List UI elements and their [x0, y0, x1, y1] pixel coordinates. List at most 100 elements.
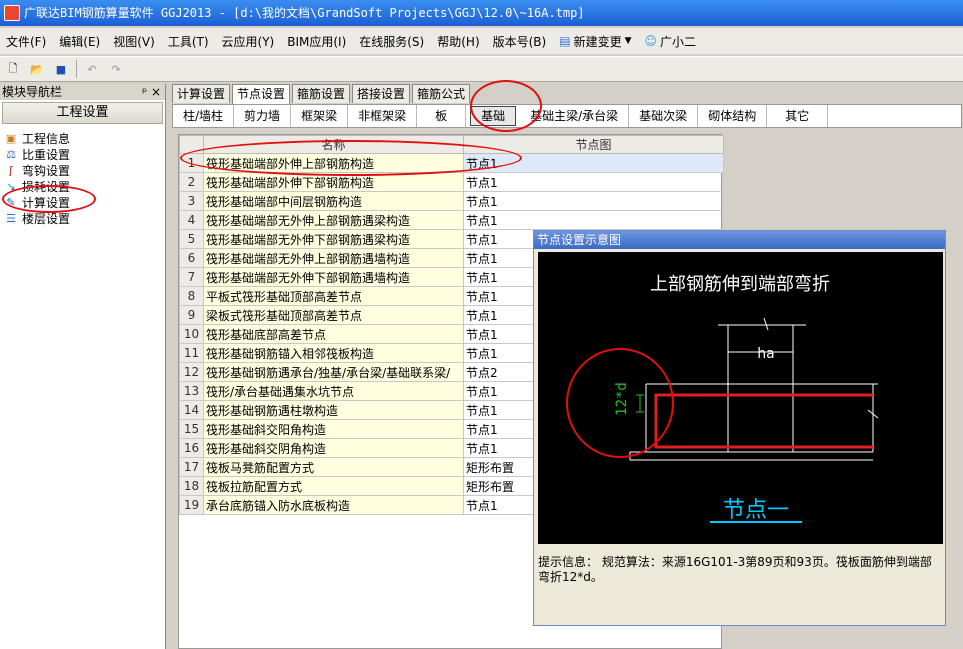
- info-icon: ▣: [5, 131, 17, 145]
- row-index: 18: [179, 476, 204, 496]
- row-name: 筏形基础钢筋锚入相邻筏板构造: [203, 343, 464, 363]
- nav-item-weight[interactable]: ⚖ 比重设置: [4, 146, 165, 162]
- hint-area: 提示信息： 规范算法：来源16G101-3第89页和93页。筏板面筋伸到端部弯折…: [538, 555, 943, 585]
- col-index-header: [179, 135, 204, 154]
- pin-close-icon[interactable]: ᵖ ×: [142, 84, 161, 100]
- row-index: 6: [179, 248, 204, 268]
- settings-tabs: 计算设置 节点设置 箍筋设置 搭接设置 箍筋公式: [172, 84, 472, 104]
- dim-lines: [636, 394, 644, 413]
- menu-assistant[interactable]: ☺ 广小二: [645, 33, 697, 50]
- row-index: 11: [179, 343, 204, 363]
- row-name: 筏形基础斜交阳角构造: [203, 419, 464, 439]
- subtab-frame-beam[interactable]: 框架梁: [291, 105, 349, 127]
- subtab-shearwall[interactable]: 剪力墙: [234, 105, 292, 127]
- row-name: 筏形基础斜交阴角构造: [203, 438, 464, 458]
- tab-stirrup-formula[interactable]: 箍筋公式: [412, 84, 471, 103]
- row-index: 3: [179, 191, 204, 211]
- hint-text: 规范算法：来源16G101-3第89页和93页。筏板面筋伸到端部弯折12*d。: [538, 555, 932, 584]
- menu-bar: 文件(F) 编辑(E) 视图(V) 工具(T) 云应用(Y) BIM应用(I) …: [0, 28, 963, 54]
- subtab-foundation-secondary-beam[interactable]: 基础次梁: [629, 105, 699, 127]
- dim-label: 12*d: [614, 382, 630, 416]
- diagram-svg: 上部钢筋伸到端部弯折 ha 12*d 节点一: [614, 274, 879, 523]
- rebar-lines: [654, 393, 873, 449]
- menu-online[interactable]: 在线服务(S): [359, 33, 424, 50]
- open-folder-icon[interactable]: 📂: [28, 60, 46, 78]
- row-node[interactable]: 节点1: [463, 172, 724, 192]
- subtab-foundation[interactable]: 基础: [470, 106, 517, 126]
- table-row[interactable]: 1 筏形基础端部外伸上部钢筋构造 节点1: [179, 153, 724, 173]
- tab-stirrup[interactable]: 箍筋设置: [292, 84, 351, 103]
- nav-item-calc[interactable]: ✎ 计算设置: [4, 194, 165, 210]
- module-nav-panel: 模块导航栏 ᵖ × 工程设置 ▣ 工程信息 ⚖ 比重设置 ʃ 弯钩设置 ↘ 损耗设置 ✎…: [0, 84, 166, 649]
- menu-file[interactable]: 文件(F): [6, 33, 46, 50]
- row-node[interactable]: 节点1: [463, 191, 724, 211]
- subtab-nonframe-beam[interactable]: 非框架梁: [348, 105, 418, 127]
- row-node[interactable]: 节点1: [463, 153, 724, 173]
- row-name: 承台底筋锚入防水底板构造: [203, 495, 464, 515]
- row-name: 筏形基础端部无外伸下部钢筋遇墙构造: [203, 267, 464, 287]
- tab-lap[interactable]: 搭接设置: [352, 84, 411, 103]
- col-node-header: 节点图: [463, 135, 724, 154]
- tab-calc[interactable]: 计算设置: [172, 84, 231, 103]
- row-node[interactable]: 节点1: [463, 210, 724, 230]
- row-name: 筏形基础端部无外伸上部钢筋遇墙构造: [203, 248, 464, 268]
- menu-tools[interactable]: 工具(T): [168, 33, 209, 50]
- structure-lines: [629, 317, 879, 461]
- row-index: 17: [179, 457, 204, 477]
- save-icon[interactable]: ■: [52, 60, 70, 78]
- menu-view[interactable]: 视图(V): [113, 33, 155, 50]
- row-index: 9: [179, 305, 204, 325]
- tab-node[interactable]: 节点设置: [232, 84, 291, 104]
- table-row[interactable]: 4 筏形基础端部无外伸上部钢筋遇梁构造 节点1: [179, 210, 724, 230]
- subtab-foundation-main-beam[interactable]: 基础主梁/承台梁: [520, 105, 630, 127]
- row-index: 16: [179, 438, 204, 458]
- new-file-icon[interactable]: 🗋: [4, 60, 22, 78]
- subtab-column[interactable]: 柱/墙柱: [173, 105, 235, 127]
- row-index: 2: [179, 172, 204, 192]
- subtab-slab[interactable]: 板: [417, 105, 467, 127]
- nav-item-loss[interactable]: ↘ 损耗设置: [4, 178, 165, 194]
- menu-help[interactable]: 帮助(H): [437, 33, 479, 50]
- assistant-icon: ☺: [644, 34, 658, 48]
- row-index: 10: [179, 324, 204, 344]
- row-index: 14: [179, 400, 204, 420]
- nav-item-project-info[interactable]: ▣ 工程信息: [4, 130, 165, 146]
- undo-icon[interactable]: ↶: [83, 60, 101, 78]
- subtab-other[interactable]: 其它: [767, 105, 829, 127]
- node-diagram: 上部钢筋伸到端部弯折 ha 12*d 节点一: [538, 252, 943, 544]
- toolbar: 🗋 📂 ■ ↶ ↷: [0, 56, 963, 82]
- menu-edit[interactable]: 编辑(E): [59, 33, 100, 50]
- ha-label: ha: [757, 346, 774, 362]
- section-button[interactable]: 工程设置: [2, 102, 163, 124]
- subtab-masonry[interactable]: 砌体结构: [698, 105, 768, 127]
- row-name: 筏形基础端部中间层钢筋构造: [203, 191, 464, 211]
- panel-title: 模块导航栏: [2, 85, 63, 99]
- document-icon: ▤: [559, 34, 571, 48]
- toolbar-separator: [76, 60, 77, 78]
- row-name: 筏形/承台基础遇集水坑节点: [203, 381, 464, 401]
- menu-new-change[interactable]: ▤ 新建变更 ▼: [559, 33, 631, 50]
- nav-item-hook[interactable]: ʃ 弯钩设置: [4, 162, 165, 178]
- title-bar: 广联达BIM钢筋算量软件 GGJ2013 - [d:\我的文档\GrandSof…: [0, 0, 963, 26]
- panel-header: 模块导航栏 ᵖ ×: [0, 84, 165, 100]
- popup-title: 节点设置示意图: [534, 231, 945, 249]
- calc-icon: ✎: [6, 195, 16, 209]
- row-index: 5: [179, 229, 204, 249]
- window-title: 广联达BIM钢筋算量软件 GGJ2013 - [d:\我的文档\GrandSof…: [24, 6, 585, 20]
- row-name: 筏形基础钢筋遇柱墩构造: [203, 400, 464, 420]
- app-icon: [4, 5, 20, 21]
- row-index: 8: [179, 286, 204, 306]
- row-index: 1: [179, 153, 204, 173]
- redo-icon[interactable]: ↷: [107, 60, 125, 78]
- menu-version[interactable]: 版本号(B): [493, 33, 547, 50]
- hint-label: 提示信息：: [538, 555, 599, 569]
- table-row[interactable]: 3 筏形基础端部中间层钢筋构造 节点1: [179, 191, 724, 211]
- table-row[interactable]: 2 筏形基础端部外伸下部钢筋构造 节点1: [179, 172, 724, 192]
- row-name: 筏形基础底部高差节点: [203, 324, 464, 344]
- menu-cloud[interactable]: 云应用(Y): [222, 33, 275, 50]
- nav-item-floor[interactable]: ☰ 楼层设置: [4, 210, 165, 226]
- menu-bim[interactable]: BIM应用(I): [287, 33, 346, 50]
- node-label: 节点一: [723, 498, 789, 523]
- row-index: 12: [179, 362, 204, 382]
- floor-icon: ☰: [6, 211, 16, 225]
